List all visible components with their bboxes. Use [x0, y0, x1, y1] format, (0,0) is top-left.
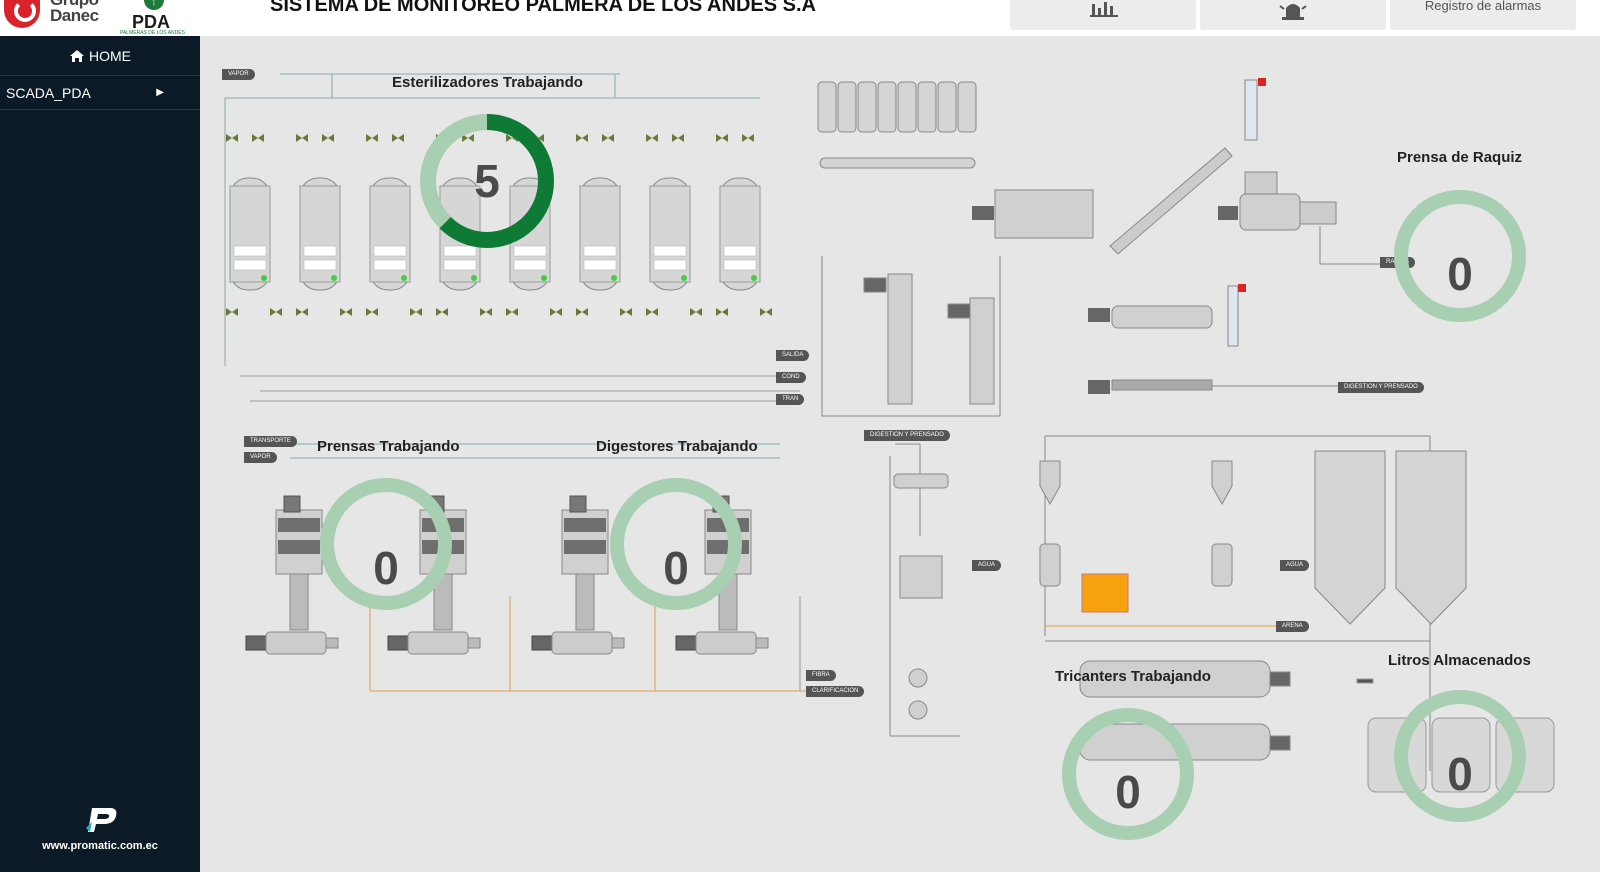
tricanters-label: Tricanters Trabajando [1055, 668, 1211, 685]
rachis-press-count: 0 [1447, 248, 1473, 300]
sidebar-item-label: SCADA_PDA [6, 84, 91, 101]
top-bar: Grupo Danec ↑ PDA PALMERAS DE LOS ANDES … [0, 0, 1600, 36]
liters-stored-gauge: 0 [1392, 688, 1528, 824]
home-icon [70, 49, 84, 62]
alarm-siren-icon [1279, 4, 1307, 20]
page-title: SISTEMA DE MONITOREO PALMERA DE LOS ANDE… [270, 0, 816, 16]
agua-tag: AGUA [972, 560, 1002, 571]
presses-count: 0 [373, 542, 399, 594]
arena-tag: ARENA [1276, 621, 1309, 632]
sidebar-item-scada-pda[interactable]: SCADA_PDA ▶ [0, 76, 200, 110]
footer-url[interactable]: www.promatic.com.ec [42, 840, 158, 852]
bar-chart-icon [1090, 2, 1118, 17]
grupo-danec-logo: Grupo Danec [0, 0, 110, 34]
charts-button[interactable] [1010, 0, 1196, 30]
digesters-label: Digestores Trabajando [596, 438, 758, 455]
tricanters-gauge: 0 [1060, 706, 1196, 842]
pda-emblem-icon: ↑ [144, 0, 164, 10]
tran-tag: TRAN [776, 394, 805, 405]
fibra-tag: FIBRA [806, 670, 836, 681]
sterilizers-gauge: 5 [418, 112, 556, 250]
premixer-screw [1088, 284, 1340, 394]
salida-tag: SALIDA [776, 350, 810, 361]
sterilizers-count: 5 [474, 155, 500, 207]
agua-tag-2: AGUA [1280, 560, 1310, 571]
rachis-press-label: Prensa de Raquiz [1397, 149, 1523, 166]
pda-logo: ↑ PDA PALMERAS DE LOS ANDES [118, 0, 198, 36]
digestion-tag: DIGESTION Y PRENSADO [1338, 382, 1424, 393]
sterilizers-label: Esterilizadores Trabajando [392, 74, 583, 91]
digesters-gauge: 0 [608, 476, 744, 612]
sidebar-home-label: HOME [89, 47, 131, 64]
sidebar-home[interactable]: HOME [0, 36, 200, 76]
elevators [821, 256, 1001, 417]
presses-gauge: 0 [318, 476, 454, 612]
vapor-tag: VAPOR [222, 69, 255, 80]
silos [1314, 450, 1467, 625]
vapor-tag-2: VAPOR [244, 452, 277, 463]
cond-tag: COND [776, 372, 806, 383]
chevron-right-icon: ▶ [156, 87, 164, 98]
company-logo-text: Grupo Danec [50, 0, 99, 25]
sidebar: HOME SCADA_PDA ▶ www.promatic.com.ec [0, 36, 200, 872]
wagons [817, 81, 977, 169]
transporte-tag: TRANSPORTE [244, 436, 297, 447]
clarificacion-tag: CLARIFICACION [806, 686, 865, 697]
rachis-press-gauge: 0 [1392, 188, 1528, 324]
promatic-footer: www.promatic.com.ec [0, 804, 200, 852]
promatic-logo-icon [86, 808, 117, 832]
alarms-button[interactable] [1200, 0, 1386, 30]
tricanters-count: 0 [1115, 766, 1141, 818]
separators [893, 460, 1233, 599]
liters-stored-label: Litros Almacenados [1388, 652, 1531, 669]
digesters-count: 0 [663, 542, 689, 594]
digestion-tag-2: DIGESTION Y PRENSADO [864, 430, 950, 441]
liters-stored-count: 0 [1447, 748, 1473, 800]
danec-drop-icon [4, 0, 40, 28]
rachis-press-machine [1218, 78, 1390, 265]
alarm-log-label: Registro de alarmas [1424, 0, 1542, 13]
thresher [972, 147, 1233, 255]
alarm-log-button[interactable]: Registro de alarmas [1390, 0, 1576, 30]
presses-label: Prensas Trabajando [317, 438, 460, 455]
scada-diagram: VAPOR TRANSPORTE VAPOR SALIDA COND TRAN … [200, 36, 1600, 872]
